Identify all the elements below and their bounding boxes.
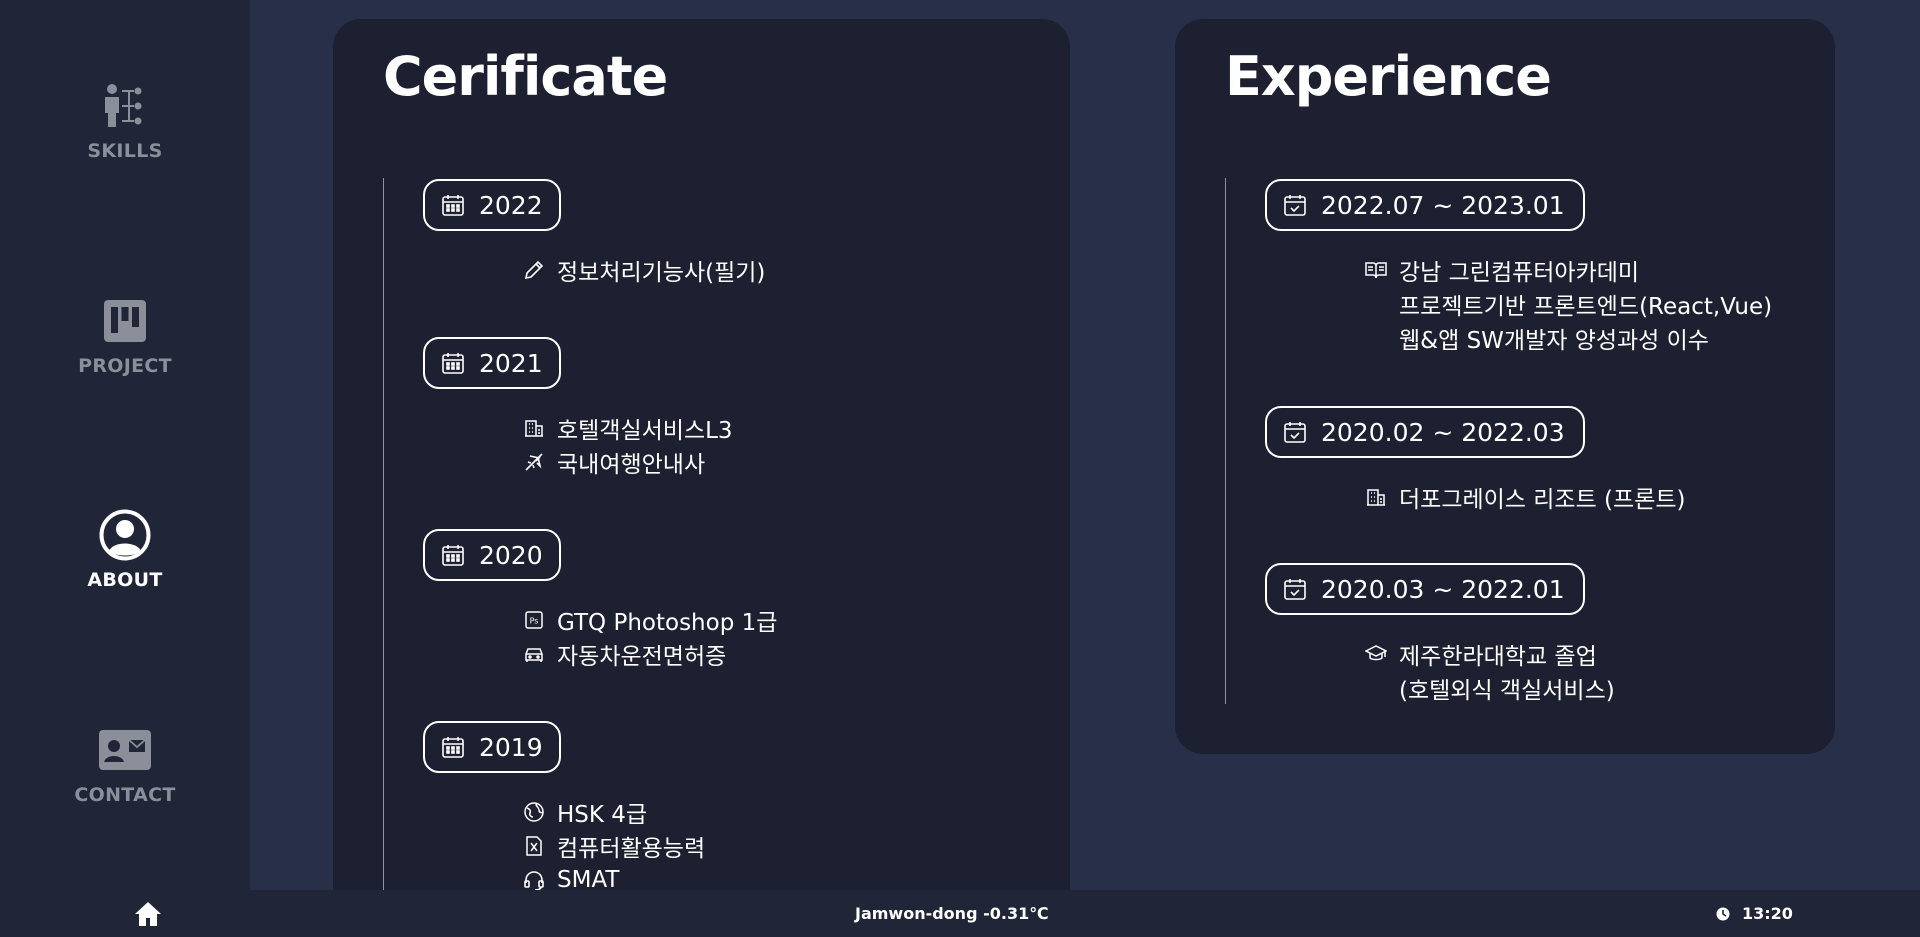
- certificate-title: Cerificate: [383, 45, 668, 108]
- experience-item-text: 강남 그린컴퓨터아카데미: [1399, 260, 1640, 286]
- building-icon: [521, 415, 547, 441]
- nav-label-contact: CONTACT: [74, 784, 176, 806]
- user-circle-icon: [97, 507, 153, 563]
- year-label: 2020: [479, 540, 543, 570]
- experience-card: Experience 2022.07 ~ 2023.01 강남 그린컴퓨터아카데…: [1175, 19, 1835, 754]
- photoshop-icon: Ps: [521, 607, 547, 633]
- experience-item-text: 프로젝트기반 프론트엔드(React,Vue): [1399, 294, 1773, 320]
- nav-item-contact[interactable]: CONTACT: [0, 722, 250, 806]
- calendar-check-icon: [1283, 193, 1307, 217]
- certificate-item-text: 국내여행안내사: [557, 452, 706, 478]
- org-chart-person-icon: [97, 78, 153, 134]
- calendar-icon: [441, 193, 465, 217]
- certificate-card: Cerificate 2022 정보처리기능사(필기) 2021 호텔객실서비스…: [333, 19, 1070, 919]
- certificate-item-text: 자동차운전면허증: [557, 644, 727, 670]
- sidebar: SKILLS PROJECT ABOUT CONTACT: [0, 0, 250, 890]
- certificate-timeline: [383, 178, 384, 919]
- experience-item: 프로젝트기반 프론트엔드(React,Vue): [1363, 287, 1772, 321]
- certificate-item-text: GTQ Photoshop 1급: [557, 610, 778, 636]
- experience-item-text: (호텔외식 객실서비스): [1399, 678, 1615, 704]
- certificate-item: HSK 4급: [521, 795, 647, 829]
- experience-title: Experience: [1225, 45, 1552, 108]
- nav-label-skills: SKILLS: [87, 140, 163, 162]
- clock-time: 13:20: [1742, 904, 1793, 923]
- nav-label-about: ABOUT: [87, 569, 163, 591]
- calendar-icon: [441, 543, 465, 567]
- building-icon: [1363, 484, 1389, 510]
- home-icon[interactable]: [134, 901, 162, 927]
- kanban-board-icon: [97, 293, 153, 349]
- period-label: 2020.02 ~ 2022.03: [1321, 417, 1565, 447]
- certificate-item-text: 정보처리기능사(필기): [557, 260, 766, 286]
- car-icon: [521, 641, 547, 667]
- clock: 13:20: [1716, 904, 1793, 923]
- clock-icon: [1716, 907, 1730, 921]
- contact-card-icon: [97, 722, 153, 778]
- certificate-item: 호텔객실서비스L3: [521, 411, 733, 445]
- period-label: 2020.03 ~ 2022.01: [1321, 574, 1565, 604]
- certificate-item: 정보처리기능사(필기): [521, 253, 765, 287]
- certificate-item-text: HSK 4급: [557, 802, 648, 828]
- nav-item-about[interactable]: ABOUT: [0, 507, 250, 591]
- certificate-item-text: 호텔객실서비스L3: [557, 418, 733, 444]
- graduation-cap-icon: [1363, 641, 1389, 667]
- experience-item: 강남 그린컴퓨터아카데미: [1363, 253, 1639, 287]
- experience-item-text: 더포그레이스 리조트 (프론트): [1399, 487, 1686, 513]
- experience-item: 웹&앱 SW개발자 양성과성 이수: [1363, 321, 1709, 355]
- period-badge: 2022.07 ~ 2023.01: [1265, 179, 1585, 231]
- book-icon: [1363, 257, 1389, 283]
- certificate-item: Ps GTQ Photoshop 1급: [521, 603, 777, 637]
- year-label: 2022: [479, 190, 543, 220]
- certificate-item-text: 컴퓨터활용능력: [557, 836, 706, 862]
- svg-text:Ps: Ps: [530, 617, 539, 626]
- certificate-item: 자동차운전면허증: [521, 637, 726, 671]
- certificate-item: 국내여행안내사: [521, 445, 705, 479]
- calendar-icon: [441, 351, 465, 375]
- experience-item: (호텔외식 객실서비스): [1363, 671, 1615, 705]
- nav-item-skills[interactable]: SKILLS: [0, 78, 250, 162]
- airplane-icon: [521, 449, 547, 475]
- globe-icon: [521, 799, 547, 825]
- experience-timeline: [1225, 178, 1226, 704]
- nav-item-project[interactable]: PROJECT: [0, 293, 250, 377]
- year-label: 2019: [479, 732, 543, 762]
- year-badge: 2021: [423, 337, 561, 389]
- year-badge: 2020: [423, 529, 561, 581]
- pencil-icon: [521, 257, 547, 283]
- weather-readout: Jamwon-dong -0.31℃: [855, 904, 1049, 923]
- period-label: 2022.07 ~ 2023.01: [1321, 190, 1565, 220]
- experience-item: 제주한라대학교 졸업: [1363, 637, 1597, 671]
- period-badge: 2020.03 ~ 2022.01: [1265, 563, 1585, 615]
- status-bar: Jamwon-dong -0.31℃ 13:20: [0, 890, 1920, 937]
- excel-file-icon: [521, 833, 547, 859]
- certificate-item: 컴퓨터활용능력: [521, 829, 705, 863]
- experience-item: 더포그레이스 리조트 (프론트): [1363, 480, 1686, 514]
- year-label: 2021: [479, 348, 543, 378]
- nav-label-project: PROJECT: [78, 355, 172, 377]
- experience-item-text: 웹&앱 SW개발자 양성과성 이수: [1399, 328, 1709, 354]
- year-badge: 2022: [423, 179, 561, 231]
- calendar-check-icon: [1283, 420, 1307, 444]
- period-badge: 2020.02 ~ 2022.03: [1265, 406, 1585, 458]
- calendar-icon: [441, 735, 465, 759]
- calendar-check-icon: [1283, 577, 1307, 601]
- year-badge: 2019: [423, 721, 561, 773]
- experience-item-text: 제주한라대학교 졸업: [1399, 644, 1597, 670]
